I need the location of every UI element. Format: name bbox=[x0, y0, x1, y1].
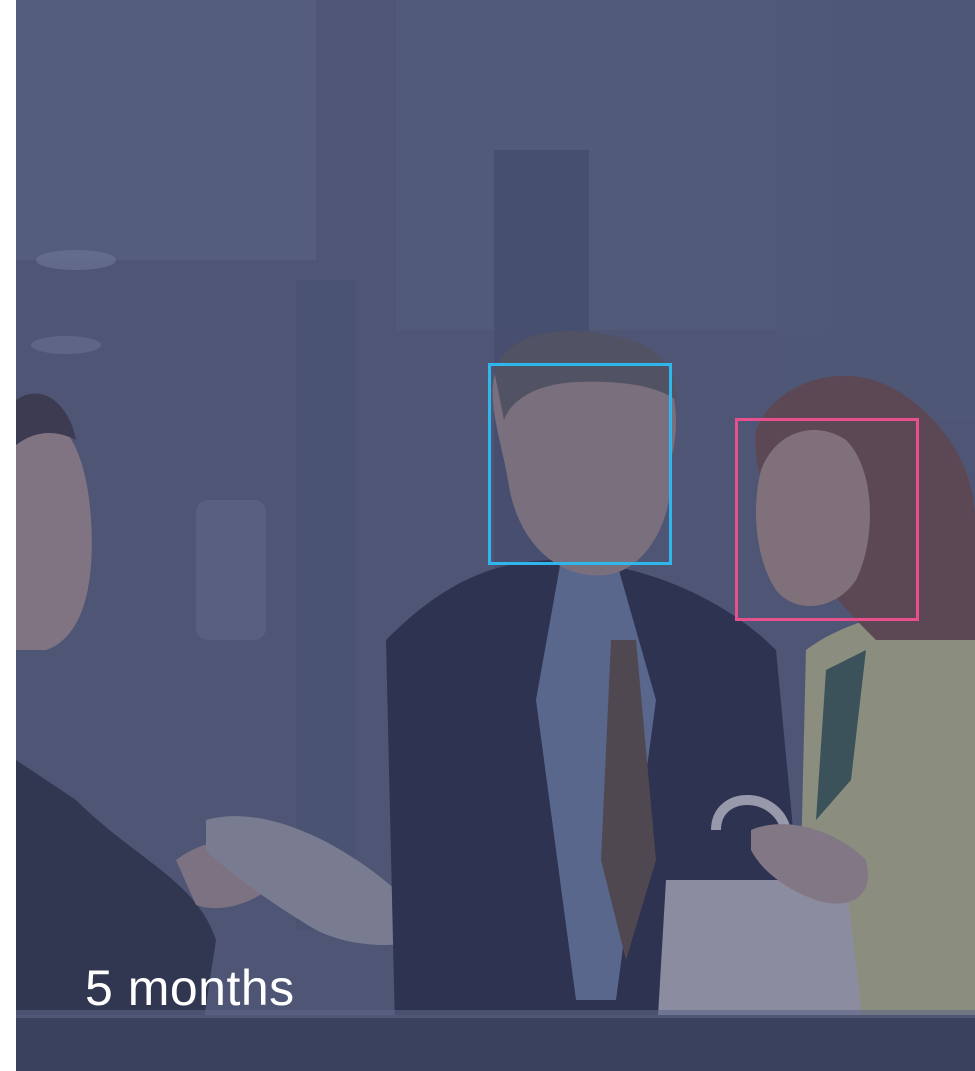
face-detection-box-pink bbox=[735, 418, 919, 621]
left-margin bbox=[0, 0, 16, 1071]
image-frame: 5 months bbox=[0, 0, 975, 1071]
hotel-reception-photo: 5 months bbox=[16, 0, 975, 1071]
face-detection-box-blue bbox=[488, 363, 672, 565]
duration-caption: 5 months bbox=[85, 960, 295, 1016]
